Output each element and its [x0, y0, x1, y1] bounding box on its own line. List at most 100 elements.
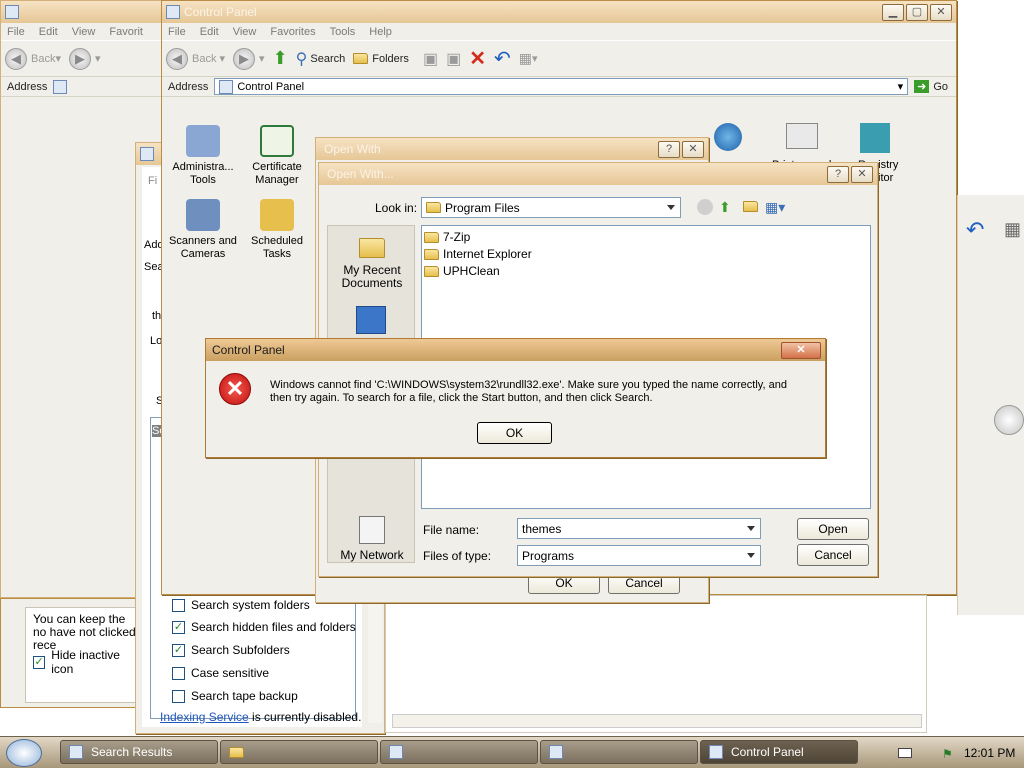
case-sensitive-checkbox[interactable]: Case sensitive [172, 666, 269, 680]
minimize-button[interactable]: ▁ [882, 3, 904, 21]
network-places-icon [359, 516, 385, 544]
ok-button[interactable]: OK [477, 422, 552, 444]
go-button[interactable]: ➜ Go [914, 80, 948, 93]
horizontal-scrollbar[interactable] [392, 714, 922, 728]
title-bar[interactable]: Open With... ? ✕ [319, 163, 877, 185]
my-recent-documents-place[interactable]: My Recent Documents [328, 238, 416, 290]
back-button[interactable]: ◀ Back ▾ [166, 47, 225, 70]
view-menu-icon[interactable]: ▦▾ [765, 199, 785, 216]
vertical-scrollbar[interactable] [368, 595, 382, 723]
menu-view[interactable]: View [233, 26, 257, 38]
clock[interactable]: 12:01 PM [964, 746, 1015, 760]
close-button[interactable]: ✕ [781, 341, 821, 359]
file-type-dropdown[interactable]: Programs [517, 545, 761, 566]
address-label: Address [7, 80, 48, 93]
close-button[interactable]: ✕ [930, 3, 952, 21]
task-explorer[interactable] [220, 740, 378, 764]
address-dropdown-icon[interactable]: ▾ [898, 80, 904, 93]
menu-edit[interactable]: Edit [200, 26, 219, 38]
look-in-dropdown[interactable]: Program Files [421, 197, 681, 218]
task-search-results[interactable]: Search Results [60, 740, 218, 764]
help-button[interactable]: ? [658, 140, 680, 158]
scanners-cameras-item[interactable]: Scanners and Cameras [164, 199, 242, 261]
menu-file[interactable]: File [168, 26, 186, 38]
copy-to-button[interactable]: ▣ [446, 49, 461, 69]
toolbar: ◀ Back ▾ ▶ ▾ ⬆ ⚲ Search Folders ▣ ▣ ✕ ↶ ▦ ▾ [162, 41, 956, 77]
task-recycle[interactable] [540, 740, 698, 764]
error-dialog: Control Panel ✕ ✕ Windows cannot find 'C… [205, 338, 826, 458]
forward-button[interactable]: ▶ ▾ [233, 47, 265, 70]
search-system-folders-checkbox[interactable]: Search system folders [172, 598, 310, 612]
tray-keyboard-icon[interactable] [898, 748, 912, 758]
certificate-manager-item[interactable]: Certificate Manager [238, 125, 316, 187]
maximize-button[interactable]: ▢ [906, 3, 928, 21]
move-to-button[interactable]: ▣ [423, 49, 438, 69]
recent-folder-icon [359, 238, 385, 258]
hide-inactive-checkbox[interactable]: ✓ Hide inactive icon [33, 648, 139, 676]
delete-x-icon: ✕ [469, 48, 486, 70]
tray-network-icon[interactable]: ⚑ [942, 747, 953, 761]
scheduled-tasks-item[interactable]: Scheduled Tasks [238, 199, 316, 261]
search-results-list [385, 595, 927, 733]
up-folder-button[interactable]: ⬆ [273, 48, 288, 69]
undo-icon: ↶ [493, 48, 511, 70]
error-message: Windows cannot find 'C:\WINDOWS\system32… [270, 379, 818, 405]
folders-button[interactable]: Folders [353, 53, 409, 65]
look-in-label: Look in: [375, 201, 418, 215]
go-arrow-icon: ➜ [914, 80, 930, 93]
menu-view[interactable]: View [72, 26, 96, 38]
search-subfolders-checkbox[interactable]: ✓ Search Subfolders [172, 643, 290, 657]
up-folder-icon[interactable]: ⬆ [719, 199, 731, 216]
delete-button[interactable]: ✕ [469, 46, 486, 71]
file-name-input[interactable]: themes [517, 518, 761, 539]
dialog-title: Control Panel [212, 343, 285, 357]
move-to-icon: ▣ [422, 50, 439, 68]
admin-tools-icon [186, 125, 220, 157]
undo-button[interactable]: ↶ [494, 46, 511, 71]
forward-arrow-icon: ▶ [233, 47, 256, 70]
search-tape-backup-checkbox[interactable]: Search tape backup [172, 689, 298, 703]
views-button[interactable]: ▦ ▾ [519, 50, 538, 67]
my-network-place[interactable]: My Network [328, 516, 416, 562]
new-folder-icon[interactable] [743, 201, 758, 212]
menu-help[interactable]: Help [369, 26, 392, 38]
back-button[interactable]: ◀ Back ▾ [5, 47, 61, 70]
menu-favorites[interactable]: Favorites [270, 26, 315, 38]
hint-text: You can keep the no have not clicked rec… [33, 612, 136, 652]
help-button[interactable]: ? [827, 165, 849, 183]
desktop-place-icon[interactable] [356, 306, 386, 334]
menu-tools[interactable]: Tools [330, 26, 356, 38]
indexing-service-link[interactable]: Indexing Service [160, 710, 249, 724]
open-button[interactable]: Open [797, 518, 869, 540]
task-control-panel[interactable]: Control Panel [700, 740, 858, 764]
address-field[interactable]: Control Panel ▾ [214, 78, 909, 95]
forward-button[interactable]: ▶ ▾ [69, 47, 101, 70]
folder-icon [424, 266, 439, 278]
admin-tools-item[interactable]: Administra... Tools [164, 125, 242, 187]
list-item[interactable]: 7-Zip [424, 230, 470, 244]
error-message-line-2: then try again. To search for a file, cl… [270, 392, 653, 404]
search-hidden-files-checkbox[interactable]: ✓ Search hidden files and folders [172, 620, 356, 634]
close-button[interactable]: ✕ [851, 165, 873, 183]
menu-file[interactable]: File [7, 26, 25, 38]
search-button[interactable]: ⚲ Search [296, 49, 346, 69]
list-item[interactable]: Internet Explorer [424, 247, 532, 261]
list-item[interactable]: UPHClean [424, 264, 500, 278]
folder-icon [424, 232, 439, 244]
explorer-window-icon [5, 5, 19, 19]
title-bar[interactable]: Open With ? ✕ [316, 138, 708, 160]
task-display[interactable] [380, 740, 538, 764]
printer-icon [786, 123, 818, 149]
up-arrow-icon: ⬆ [272, 48, 288, 68]
file-name-label: File name: [423, 523, 480, 537]
title-bar[interactable]: Control Panel ✕ [206, 339, 825, 361]
cancel-button[interactable]: Cancel [797, 544, 869, 566]
title-bar[interactable]: Control Panel ▁ ▢ ✕ [162, 1, 956, 23]
back-nav-icon[interactable] [697, 199, 713, 215]
menu-edit[interactable]: Edit [39, 26, 58, 38]
close-button[interactable]: ✕ [682, 140, 704, 158]
title-bar[interactable] [1, 1, 169, 23]
start-button[interactable] [6, 739, 42, 767]
menu-favorites[interactable]: Favorit [109, 26, 143, 38]
menu-bar: File Edit View Favorites Tools Help [162, 23, 956, 41]
